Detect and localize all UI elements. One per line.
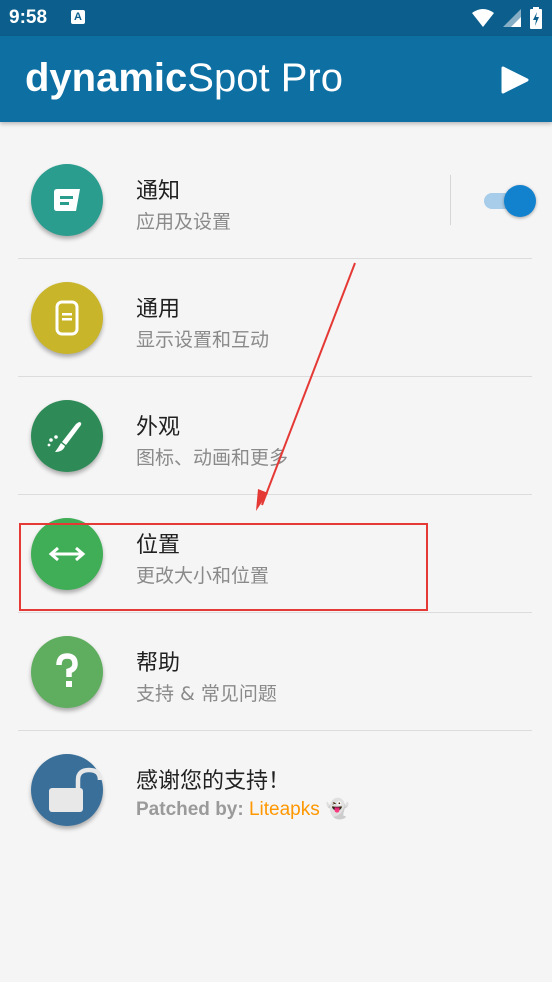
brush-icon <box>47 422 82 452</box>
menu-item-help[interactable]: 帮助 支持 & 常见问题 <box>18 613 532 731</box>
menu-item-general[interactable]: 通用 显示设置和互动 <box>18 259 532 377</box>
menu-item-title: 帮助 <box>136 651 181 676</box>
appearance-icon-circle <box>31 400 103 472</box>
battery-icon <box>530 7 542 29</box>
menu-item-notifications[interactable]: 通知 应用及设置 <box>18 141 536 259</box>
menu-item-subtitle: Patched by: Liteapks 👻 <box>136 797 349 821</box>
menu-item-title: 感谢您的支持！ <box>136 769 291 794</box>
app-title-rest: Spot Pro <box>187 56 343 100</box>
ghost-emoji: 👻 <box>319 798 350 820</box>
annotation-highlight-box <box>19 523 428 611</box>
app-title-bold: dynamic <box>25 56 188 100</box>
wifi-icon <box>471 9 494 27</box>
toggle-thumb <box>504 185 536 217</box>
help-icon-circle <box>31 636 103 708</box>
status-notification-badge: A <box>71 10 85 24</box>
unlock-icon <box>49 767 103 812</box>
patched-by-label: Patched by: <box>136 799 249 820</box>
status-bar: 9:58 A <box>0 0 552 36</box>
notifications-toggle[interactable] <box>450 175 536 225</box>
menu-item-subtitle: 图标、动画和更多 <box>136 447 289 469</box>
menu-item-title: 外观 <box>136 415 181 440</box>
status-time: 9:58 <box>9 7 48 28</box>
play-icon[interactable] <box>500 66 530 94</box>
menu-item-appearance[interactable]: 外观 图标、动画和更多 <box>18 377 532 495</box>
menu-item-subtitle: 显示设置和互动 <box>136 329 270 351</box>
thanks-icon-circle <box>31 754 103 826</box>
signal-icon <box>502 9 521 27</box>
notification-icon-circle <box>31 164 103 236</box>
phone-icon <box>55 300 79 336</box>
menu-item-subtitle: 应用及设置 <box>136 211 232 233</box>
general-icon-circle <box>31 282 103 354</box>
menu-item-thanks[interactable]: 感谢您的支持！ Patched by: Liteapks 👻 <box>18 731 532 849</box>
question-icon <box>56 653 78 687</box>
menu-item-subtitle: 支持 & 常见问题 <box>136 683 277 705</box>
notification-icon <box>54 189 80 211</box>
toggle-divider <box>450 175 451 225</box>
liteapks-link[interactable]: Liteapks <box>249 799 320 820</box>
status-icons <box>469 7 542 29</box>
menu-item-title: 通知 <box>136 179 181 204</box>
app-bar: dynamicSpot Pro <box>0 36 552 122</box>
menu-item-title: 通用 <box>136 297 181 322</box>
app-title: dynamicSpot Pro <box>25 56 343 101</box>
